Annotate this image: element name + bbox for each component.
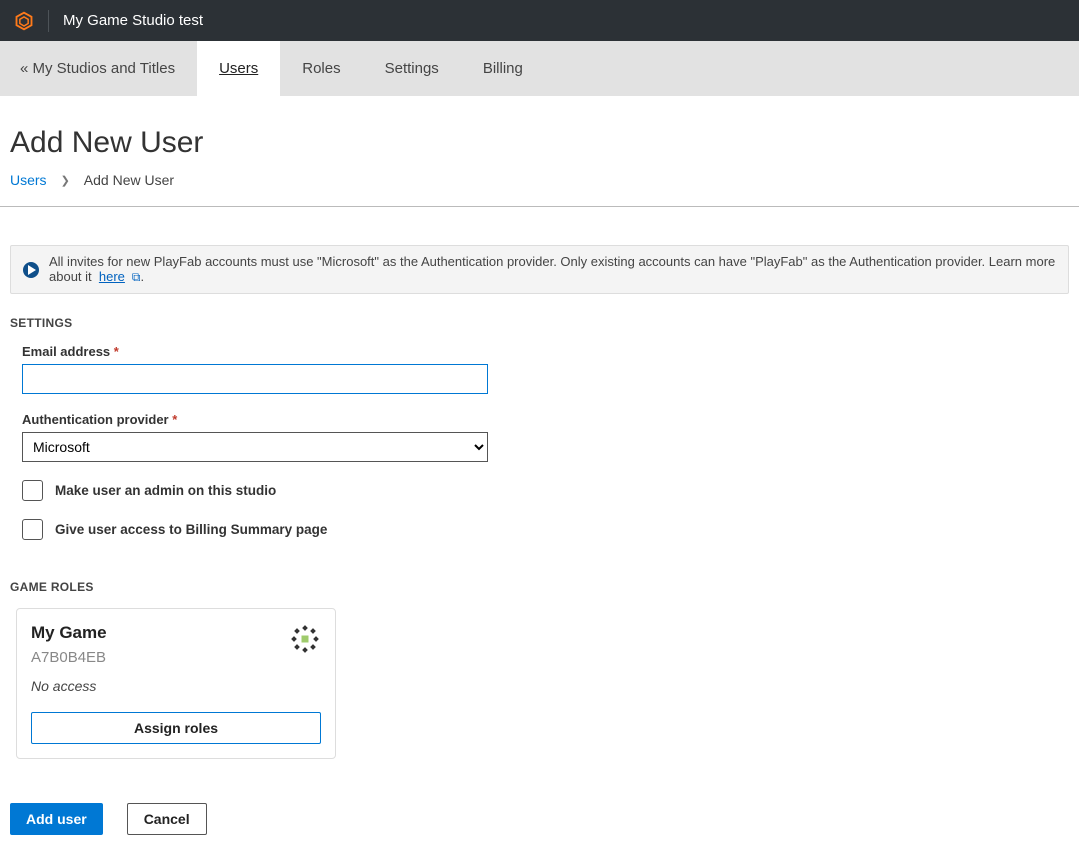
game-icon [289, 623, 321, 655]
game-roles-section-header: GAME ROLES [10, 580, 1069, 594]
header-divider [48, 10, 49, 32]
email-form-group: Email address * [22, 344, 1069, 394]
game-title: My Game [31, 623, 321, 643]
info-banner-text: All invites for new PlayFab accounts mus… [49, 254, 1056, 285]
info-banner: All invites for new PlayFab accounts mus… [10, 245, 1069, 294]
billing-checkbox-label: Give user access to Billing Summary page [55, 522, 327, 537]
header-bar: My Game Studio test [0, 0, 1079, 41]
assign-roles-button[interactable]: Assign roles [31, 712, 321, 744]
admin-checkbox[interactable] [22, 480, 43, 501]
button-row: Add user Cancel [10, 803, 1069, 835]
game-id: A7B0B4EB [31, 649, 321, 666]
info-icon [23, 262, 39, 278]
main-content: Add New User Users ❯ Add New User All in… [0, 96, 1079, 865]
billing-checkbox-row: Give user access to Billing Summary page [22, 519, 1069, 540]
studio-name: My Game Studio test [63, 12, 203, 29]
auth-form-group: Authentication provider * Microsoft [22, 412, 1069, 462]
breadcrumb: Users ❯ Add New User [10, 172, 1069, 188]
tab-settings[interactable]: Settings [363, 41, 461, 96]
breadcrumb-current: Add New User [84, 172, 174, 188]
auth-label: Authentication provider * [22, 412, 1069, 427]
divider [0, 206, 1079, 207]
email-label: Email address * [22, 344, 1069, 359]
tab-roles[interactable]: Roles [280, 41, 362, 96]
billing-checkbox[interactable] [22, 519, 43, 540]
auth-provider-select[interactable]: Microsoft [22, 432, 488, 462]
external-link-icon: ⧉ [129, 270, 141, 284]
game-card: My Game A7B0B4EB No access Assign roles [16, 608, 336, 759]
tab-billing[interactable]: Billing [461, 41, 545, 96]
breadcrumb-parent-link[interactable]: Users [10, 172, 47, 188]
admin-checkbox-row: Make user an admin on this studio [22, 480, 1069, 501]
chevron-right-icon: ❯ [61, 174, 70, 187]
tabs-bar: « My Studios and Titles Users Roles Sett… [0, 41, 1079, 96]
email-input[interactable] [22, 364, 488, 394]
info-banner-link[interactable]: here [99, 269, 125, 284]
playfab-logo-icon [14, 11, 34, 31]
game-access-text: No access [31, 678, 321, 694]
settings-section-header: SETTINGS [10, 316, 1069, 330]
add-user-button[interactable]: Add user [10, 803, 103, 835]
required-asterisk: * [114, 344, 119, 359]
page-title: Add New User [10, 126, 1069, 160]
admin-checkbox-label: Make user an admin on this studio [55, 483, 276, 498]
back-to-studios-link[interactable]: « My Studios and Titles [0, 41, 197, 96]
cancel-button[interactable]: Cancel [127, 803, 207, 835]
required-asterisk: * [172, 412, 177, 427]
tab-users[interactable]: Users [197, 41, 280, 96]
